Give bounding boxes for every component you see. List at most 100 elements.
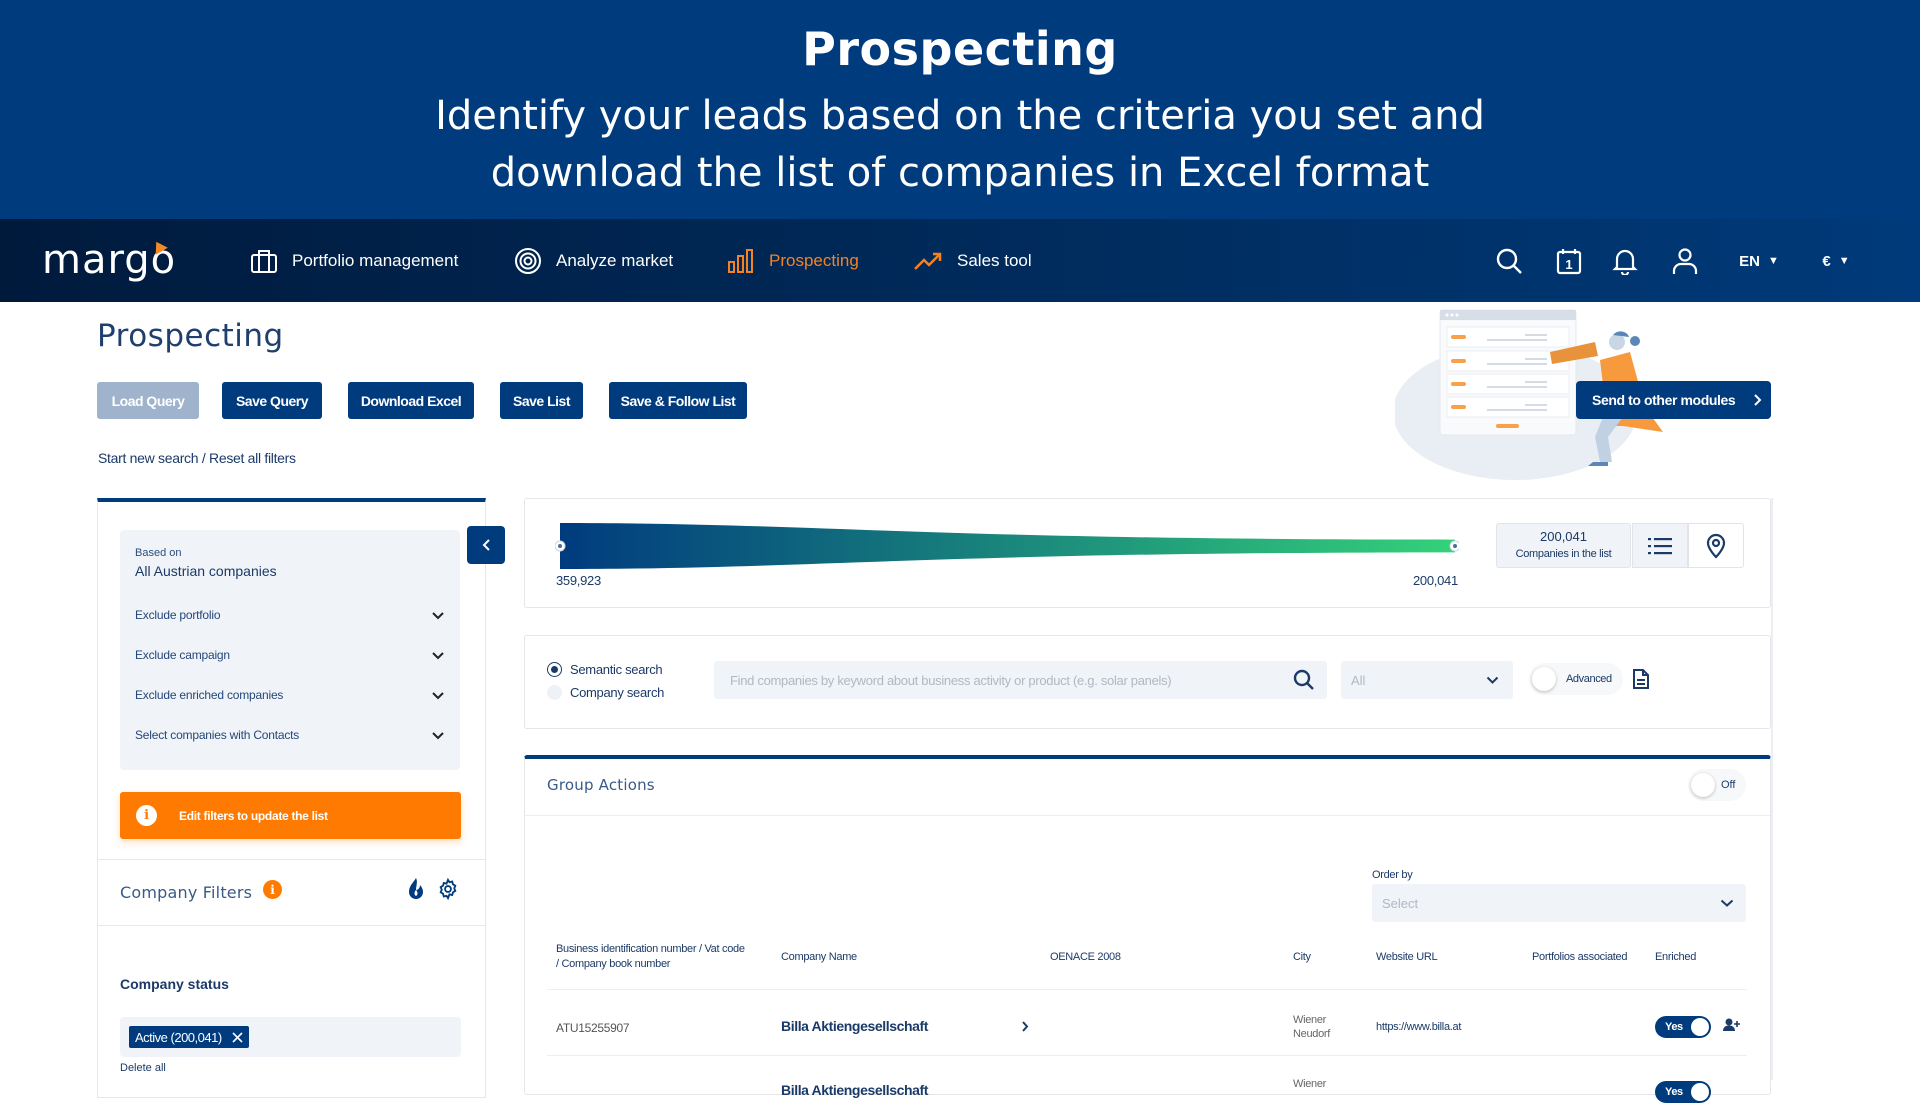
nav-prospecting[interactable]: Prospecting	[727, 245, 859, 277]
currency-value: €	[1822, 252, 1831, 270]
nav-sales-tool[interactable]: Sales tool	[913, 245, 1032, 277]
briefcase-icon	[251, 250, 277, 273]
column-header-website[interactable]: Website URL	[1376, 950, 1438, 965]
user-profile-button[interactable]	[1668, 243, 1702, 279]
radio-label: Company search	[570, 685, 665, 700]
info-icon[interactable]: i	[263, 880, 282, 899]
edit-filters-text: Edit filters to update the list	[179, 808, 328, 823]
collapse-panel-button[interactable]	[467, 526, 505, 564]
close-icon[interactable]	[232, 1031, 243, 1043]
funnel-start-value: 359,923	[556, 573, 601, 588]
accordion-companies-with-contacts[interactable]: Select companies with Contacts	[135, 725, 445, 745]
scope-select[interactable]: All	[1341, 661, 1513, 699]
banner-title: Prospecting	[802, 22, 1118, 76]
search-input[interactable]	[714, 661, 1327, 699]
divider	[525, 815, 1770, 816]
add-contact-icon[interactable]	[1723, 1018, 1741, 1032]
cell-company-name[interactable]: Billa Aktiengesellschaft	[781, 1082, 928, 1098]
advanced-label: Advanced	[1566, 673, 1612, 685]
scrollbar[interactable]	[1771, 498, 1773, 1080]
accordion-exclude-campaign[interactable]: Exclude campaign	[135, 645, 445, 665]
map-pin-icon	[1706, 533, 1726, 559]
radio-selected-icon	[547, 662, 562, 677]
flame-icon[interactable]	[407, 877, 425, 903]
calendar-icon: 1	[1556, 249, 1582, 275]
caret-down-icon: ▼	[1838, 255, 1850, 267]
save-list-button[interactable]: Save List	[500, 382, 583, 419]
column-header-city[interactable]: City	[1293, 950, 1311, 965]
toggle-knob	[1532, 667, 1556, 691]
company-search-radio[interactable]: Company search	[547, 685, 664, 700]
count-label: Companies in the list	[1515, 548, 1612, 560]
based-on-value[interactable]: All Austrian companies	[135, 563, 277, 579]
accordion-label: Exclude campaign	[135, 648, 230, 662]
funnel-start-handle-dot	[558, 544, 562, 548]
chevron-right-icon[interactable]	[1021, 1020, 1029, 1033]
nav-label: Analyze market	[556, 251, 674, 270]
semantic-search-radio[interactable]: Semantic search	[547, 662, 663, 677]
svg-text:1: 1	[1565, 257, 1572, 272]
order-by-value: Select	[1382, 895, 1419, 911]
cell-business-id: ATU15255907	[556, 1021, 630, 1035]
enriched-toggle[interactable]: Yes	[1655, 1016, 1711, 1038]
chevron-down-icon	[432, 611, 444, 619]
funnel-chart	[555, 523, 1459, 569]
accordion-exclude-portfolio[interactable]: Exclude portfolio	[135, 605, 445, 625]
save-query-button[interactable]: Save Query	[222, 382, 322, 419]
accordion-exclude-enriched[interactable]: Exclude enriched companies	[135, 685, 445, 705]
cell-company-name[interactable]: Billa Aktiengesellschaft	[781, 1018, 928, 1034]
column-header-business-id[interactable]: Business identification number / Vat cod…	[556, 942, 746, 972]
chevron-down-icon	[432, 731, 444, 739]
download-excel-button[interactable]: Download Excel	[348, 382, 474, 419]
trending-up-icon	[914, 252, 942, 270]
page-title: Prospecting	[97, 318, 284, 354]
gear-icon[interactable]	[437, 878, 459, 900]
user-icon	[1672, 248, 1698, 274]
enriched-toggle[interactable]: Yes	[1655, 1081, 1711, 1103]
notifications-button[interactable]	[1608, 243, 1642, 279]
map-view-button[interactable]	[1688, 523, 1744, 568]
chevron-down-icon	[1720, 899, 1734, 907]
chevron-left-icon	[482, 539, 490, 551]
language-selector[interactable]: EN ▼	[1734, 243, 1784, 279]
chevron-right-icon	[1754, 394, 1762, 406]
advanced-toggle[interactable]: Advanced	[1529, 663, 1623, 695]
bar-chart-icon	[728, 249, 753, 273]
target-icon	[515, 248, 541, 274]
cell-website-url[interactable]: https://www.billa.at	[1376, 1021, 1461, 1033]
scope-value: All	[1351, 672, 1366, 688]
calendar-button[interactable]: 1	[1552, 243, 1586, 279]
nav-analyze-market[interactable]: Analyze market	[514, 245, 673, 277]
column-header-company-name[interactable]: Company Name	[781, 950, 857, 965]
column-header-portfolios[interactable]: Portfolios associated	[1532, 950, 1628, 965]
search-button[interactable]	[1492, 243, 1526, 279]
currency-selector[interactable]: € ▼	[1816, 243, 1856, 279]
info-icon: i	[136, 805, 157, 826]
status-chip: Active (200,041)	[129, 1026, 249, 1048]
nav-portfolio-management[interactable]: Portfolio management	[250, 245, 458, 277]
top-nav: margo Portfolio management Analyze marke…	[0, 219, 1920, 302]
list-icon	[1648, 537, 1672, 554]
column-header-enriched[interactable]: Enriched	[1655, 950, 1696, 965]
group-actions-title: Group Actions	[547, 776, 655, 794]
search-icon[interactable]	[1293, 669, 1315, 691]
banner-subtitle: Identify your leads based on the criteri…	[0, 88, 1920, 202]
funnel-end-handle-dot	[1453, 544, 1457, 548]
delete-all-link[interactable]: Delete all	[120, 1062, 166, 1074]
reset-filters-link[interactable]: Start new search / Reset all filters	[98, 450, 296, 466]
send-to-other-modules-button[interactable]: Send to other modules	[1576, 381, 1771, 419]
chevron-down-icon	[432, 691, 444, 699]
language-value: EN	[1739, 252, 1760, 270]
document-icon[interactable]	[1632, 668, 1650, 690]
column-header-oenace[interactable]: OENACE 2008	[1050, 950, 1121, 965]
order-by-select[interactable]: Select	[1372, 884, 1746, 922]
save-follow-list-button[interactable]: Save & Follow List	[609, 382, 747, 419]
funnel-shape	[560, 523, 1455, 569]
load-query-button[interactable]: Load Query	[97, 382, 199, 419]
list-view-button[interactable]	[1632, 523, 1688, 568]
count-value: 200,041	[1540, 529, 1587, 544]
order-by-label: Order by	[1372, 869, 1413, 881]
group-actions-toggle[interactable]: Off	[1688, 769, 1746, 801]
company-status-field[interactable]: Active (200,041)	[120, 1017, 461, 1057]
margo-logo[interactable]: margo	[42, 237, 176, 283]
